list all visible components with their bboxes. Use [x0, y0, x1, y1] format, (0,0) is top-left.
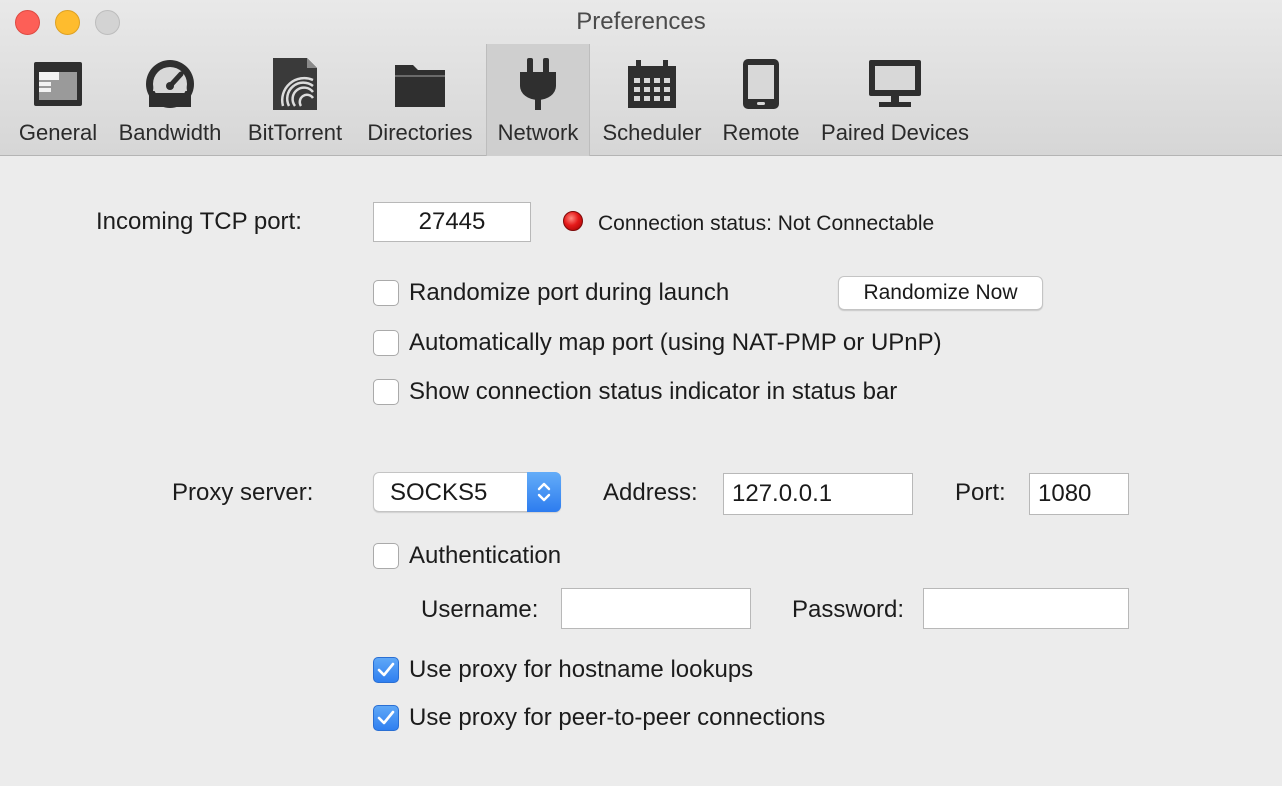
password-label: Password: [792, 596, 905, 623]
randomize-port-label: Randomize port during launch [409, 279, 730, 306]
tab-bandwidth[interactable]: Bandwidth [110, 44, 230, 156]
peer-connections-label: Use proxy for peer-to-peer connections [409, 704, 826, 731]
tab-bandwidth-label: Bandwidth [118, 120, 222, 145]
window-title: Preferences [576, 8, 706, 35]
tab-directories[interactable]: Directories [358, 44, 482, 156]
peer-connections-checkbox[interactable] [373, 705, 399, 731]
tab-directories-label: Directories [367, 120, 473, 145]
monitor-icon [865, 54, 925, 114]
show-status-indicator-label: Show connection status indicator in stat… [409, 378, 898, 405]
checkmark-icon [377, 662, 395, 677]
authentication-label: Authentication [409, 542, 562, 569]
proxy-address-field[interactable] [723, 473, 913, 515]
plug-icon [508, 54, 568, 114]
auto-map-port-label: Automatically map port (using NAT-PMP or… [409, 329, 942, 356]
chevron-up-down-icon [527, 472, 561, 512]
tab-network[interactable]: Network [486, 44, 590, 156]
proxy-type-popup[interactable]: SOCKS5 [373, 472, 561, 512]
phone-icon [731, 54, 791, 114]
password-field[interactable] [923, 588, 1129, 629]
tab-paired-devices-label: Paired Devices [821, 120, 969, 145]
hostname-lookups-checkbox[interactable] [373, 657, 399, 683]
tab-remote[interactable]: Remote [716, 44, 806, 156]
tab-remote-label: Remote [722, 120, 800, 145]
username-field[interactable] [561, 588, 751, 629]
tab-bittorrent[interactable]: BitTorrent [238, 44, 352, 156]
show-status-indicator-checkbox[interactable] [373, 379, 399, 405]
tab-general[interactable]: General [10, 44, 106, 156]
incoming-tcp-port-label: Incoming TCP port: [96, 208, 302, 235]
connection-status-indicator-icon [563, 211, 583, 231]
tab-general-label: General [18, 120, 98, 145]
tab-scheduler-label: Scheduler [602, 120, 702, 145]
folder-icon [390, 54, 450, 114]
proxy-address-label: Address: [603, 479, 698, 506]
preferences-window: Preferences General Bandwidth BitTorrent… [0, 0, 1282, 786]
proxy-type-value: SOCKS5 [390, 479, 488, 506]
tab-scheduler[interactable]: Scheduler [596, 44, 708, 156]
connection-status-text: Connection status: Not Connectable [598, 212, 935, 235]
username-label: Username: [421, 596, 539, 623]
bittorrent-document-icon [265, 54, 325, 114]
toolbar: Preferences General Bandwidth BitTorrent… [0, 0, 1282, 156]
hostname-lookups-label: Use proxy for hostname lookups [409, 656, 754, 683]
tab-bittorrent-label: BitTorrent [247, 120, 343, 145]
tab-paired-devices[interactable]: Paired Devices [812, 44, 978, 156]
randomize-now-button[interactable]: Randomize Now [838, 276, 1043, 310]
proxy-port-label: Port: [955, 479, 1006, 506]
incoming-tcp-port-field[interactable] [373, 202, 531, 242]
authentication-checkbox[interactable] [373, 543, 399, 569]
checkmark-icon [377, 710, 395, 725]
calendar-icon [622, 54, 682, 114]
auto-map-port-checkbox[interactable] [373, 330, 399, 356]
randomize-port-checkbox[interactable] [373, 280, 399, 306]
general-window-icon [28, 54, 88, 114]
proxy-server-label: Proxy server: [172, 479, 314, 506]
proxy-port-field[interactable] [1029, 473, 1129, 515]
gauge-icon [140, 54, 200, 114]
tab-network-label: Network [497, 120, 579, 145]
